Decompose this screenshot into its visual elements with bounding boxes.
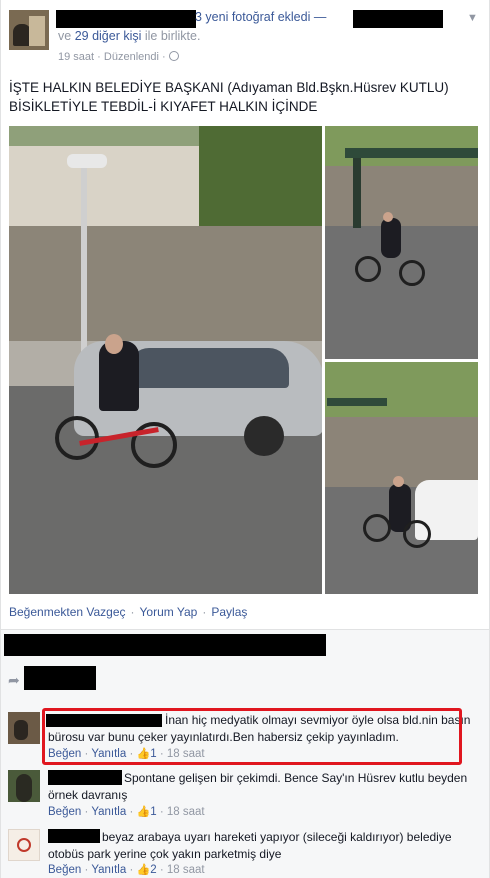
comment-text: beyaz arabaya uyarı hareketi yapıyor (si… (48, 830, 452, 861)
post-time[interactable]: 19 saat (58, 51, 94, 63)
comment-meta: Beğen · Yanıtla · 👍1 · 18 saat (48, 805, 205, 818)
post-photo-bottom-right[interactable] (325, 362, 478, 594)
commenter-avatar[interactable] (8, 712, 40, 744)
like-count[interactable]: 1 (150, 806, 156, 818)
comment-meta: Beğen · Yanıtla · 👍2 · 18 saat (48, 863, 205, 876)
post-actions: Beğenmekten Vazgeç · Yorum Yap · Paylaş (9, 605, 248, 619)
post-meta: 19 saat · Düzenlendi · (58, 51, 181, 63)
thumbs-up-icon[interactable]: 👍 (137, 805, 151, 818)
photos-link[interactable]: 3 yeni fotoğraf ekledi — (195, 10, 326, 24)
comment-text: Spontane gelişen bir çekimdi. Bence Say'… (48, 771, 468, 802)
edited-link[interactable]: Düzenlendi (104, 51, 159, 63)
chevron-down-icon[interactable]: ▼ (467, 12, 478, 24)
comment: Spontane gelişen bir çekimdi. Bence Say'… (8, 770, 478, 820)
highlight-box (42, 708, 462, 765)
post-card: 3 yeni fotoğraf ekledi — ▼ ve 29 diğer k… (0, 0, 490, 630)
commenter-avatar[interactable] (8, 829, 40, 861)
share-arrow-icon[interactable]: ➦ (8, 672, 20, 689)
author-avatar[interactable] (9, 10, 49, 50)
share-link[interactable]: Paylaş (211, 605, 247, 619)
like-count[interactable]: 2 (150, 864, 156, 876)
redacted-likes-line (4, 634, 326, 656)
commenter-avatar[interactable] (8, 770, 40, 802)
unlike-link[interactable]: Beğenmekten Vazgeç (9, 605, 126, 619)
reply-link[interactable]: Yanıtla (91, 864, 126, 876)
redacted-author-name (56, 10, 196, 28)
post-photo-main[interactable] (9, 126, 322, 594)
reply-link[interactable]: Yanıtla (91, 806, 126, 818)
thumbs-up-icon[interactable]: 👍 (137, 863, 151, 876)
tagged-people: ve 29 diğer kişi ile birlikte. (58, 29, 201, 43)
post-photo-top-right[interactable] (325, 126, 478, 359)
post-header: 3 yeni fotoğraf ekledi — (195, 10, 326, 24)
redacted-tagged-name (353, 10, 443, 28)
comment-time[interactable]: 18 saat (167, 806, 205, 818)
tagged-people-link[interactable]: 29 diğer kişi (75, 29, 142, 43)
comment: beyaz arabaya uyarı hareketi yapıyor (si… (8, 829, 478, 877)
redacted-shares-line (24, 666, 96, 690)
comment-time[interactable]: 18 saat (167, 864, 205, 876)
like-link[interactable]: Beğen (48, 864, 81, 876)
globe-icon[interactable] (168, 51, 179, 61)
comment-link[interactable]: Yorum Yap (140, 605, 198, 619)
like-link[interactable]: Beğen (48, 806, 81, 818)
post-text: İŞTE HALKIN BELEDİYE BAŞKANI (Adıyaman B… (9, 80, 449, 114)
